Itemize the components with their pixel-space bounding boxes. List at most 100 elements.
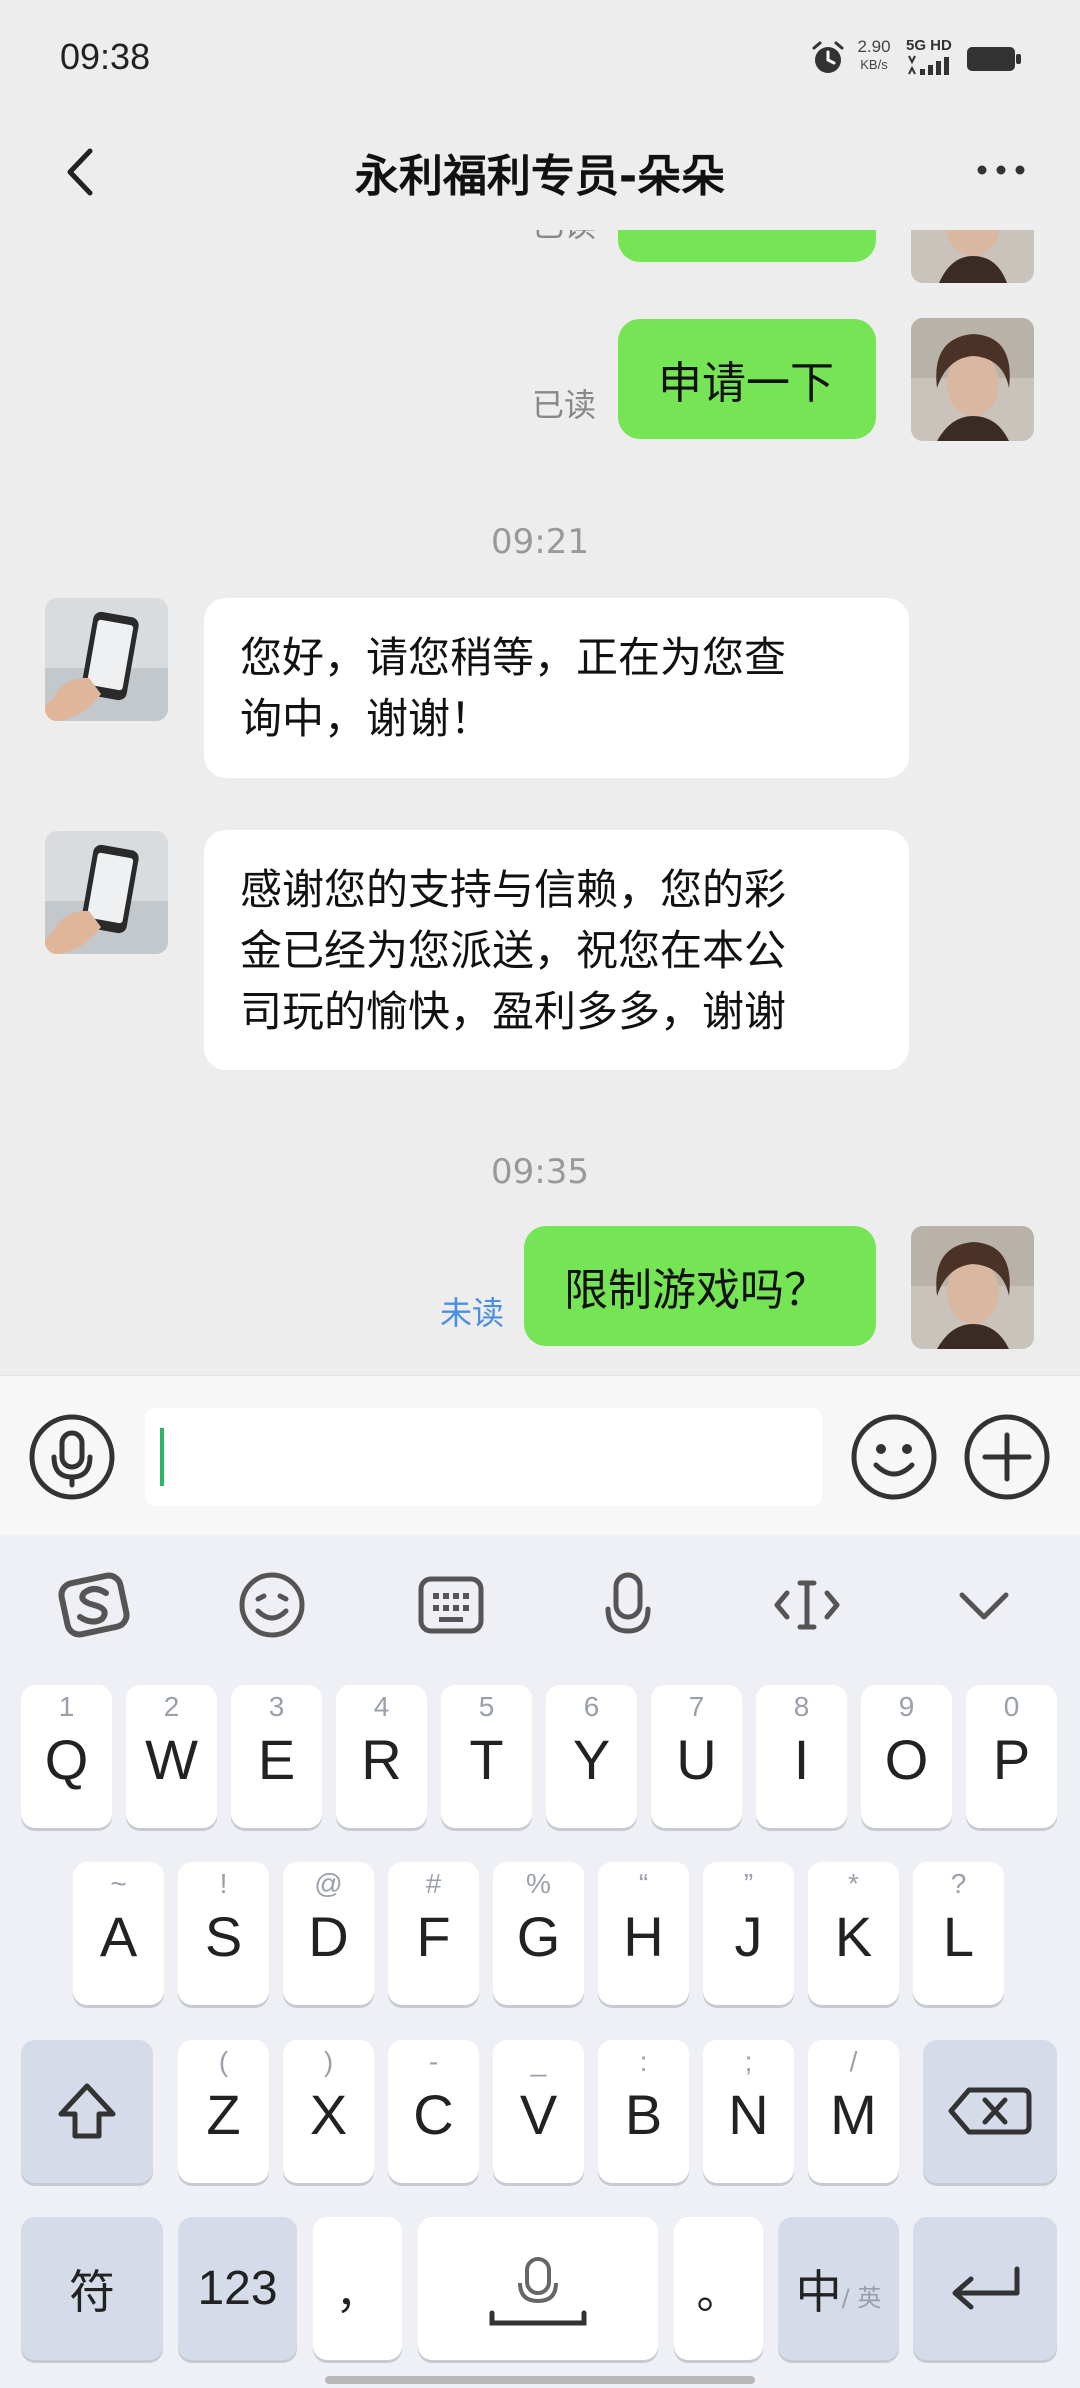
key-hint: 1 (58, 1691, 75, 1722)
key-p[interactable]: 0P (966, 1685, 1057, 1828)
key-label: Y (572, 1728, 611, 1791)
key-r[interactable]: 4R (336, 1685, 427, 1828)
message-bubble-mine[interactable]: 申请一下 (618, 319, 876, 439)
key-label: J (734, 1905, 763, 1968)
key-m[interactable]: / M (808, 2040, 899, 2183)
key-c[interactable]: -C (388, 2040, 479, 2183)
more-functions-button[interactable] (963, 1413, 1051, 1501)
key-label: R (361, 1728, 402, 1791)
enter-key[interactable] (913, 2217, 1057, 2360)
key-hint: ; (744, 2046, 753, 2077)
key-label: F (416, 1905, 451, 1968)
key-b[interactable]: :B (598, 2040, 689, 2183)
key-v[interactable]: _ V (493, 2040, 584, 2183)
shift-icon (58, 2083, 116, 2139)
key-label: I (793, 1728, 810, 1791)
message-line: 询中，谢谢！ (240, 694, 493, 743)
key-label: V (519, 2083, 558, 2146)
key-f[interactable]: # F (388, 1862, 479, 2005)
key-hint: : (639, 2046, 648, 2077)
shift-key[interactable] (21, 2040, 153, 2183)
key-o[interactable]: 9O (861, 1685, 952, 1828)
space-key[interactable] (418, 2217, 658, 2360)
avatar-self[interactable] (911, 230, 1034, 283)
network-speed-value: 2.90 (857, 37, 891, 56)
message-bubble-other[interactable]: 您好，请您稍等，正在为您查 询中，谢谢！ (204, 598, 909, 778)
unread-status: 未读 (440, 1294, 505, 1332)
key-hint: # (425, 1868, 442, 1899)
avatar-self[interactable] (911, 318, 1034, 441)
avatar-self[interactable] (911, 1226, 1034, 1349)
signal-label: 5G HD (906, 37, 952, 54)
comma-key-label: ， (335, 2267, 380, 2319)
key-u[interactable]: 7U (651, 1685, 742, 1828)
key-hint: 6 (583, 1691, 600, 1722)
key-t[interactable]: 5T (441, 1685, 532, 1828)
comma-key[interactable]: ， (313, 2217, 402, 2360)
period-key[interactable]: 。 (674, 2217, 763, 2360)
message-text: 感谢您的支持与信赖，您的彩 金已经为您派送，祝您在本公 司玩的愉快，盈利多多，谢… (240, 859, 786, 1042)
key-q[interactable]: 1Q (21, 1685, 112, 1828)
keyboard-icon[interactable] (411, 1565, 491, 1645)
language-alt-label: / 英 (841, 2284, 882, 2312)
language-switch-key[interactable]: 中 / 英 (778, 2217, 899, 2360)
message-bubble-mine[interactable]: 限制游戏吗？ (524, 1226, 876, 1346)
sogou-logo-icon[interactable] (54, 1565, 134, 1645)
key-g[interactable]: % G (493, 1862, 584, 2005)
key-hint: ” (743, 1868, 754, 1899)
voice-input-button[interactable] (28, 1413, 116, 1501)
key-y[interactable]: 6Y (546, 1685, 637, 1828)
key-hint: ? (950, 1868, 967, 1899)
key-n[interactable]: ; N (703, 2040, 794, 2183)
home-indicator[interactable] (325, 2376, 755, 2384)
signal-icon: 5G HD (906, 38, 958, 78)
key-hint: @ (314, 1868, 343, 1899)
key-hint: ~ (110, 1868, 127, 1899)
key-w[interactable]: 2W (126, 1685, 217, 1828)
text-cursor (160, 1428, 164, 1486)
cursor-move-icon[interactable] (767, 1565, 847, 1645)
key-i[interactable]: 8I (756, 1685, 847, 1828)
collapse-keyboard-icon[interactable] (944, 1565, 1024, 1645)
key-x[interactable]: ) X (283, 2040, 374, 2183)
microphone-icon[interactable] (588, 1565, 668, 1645)
key-e[interactable]: 3E (231, 1685, 322, 1828)
key-hint: 7 (688, 1691, 705, 1722)
key-d[interactable]: @ D (283, 1862, 374, 2005)
key-label: Q (44, 1728, 89, 1791)
battery-icon (967, 47, 1021, 71)
timestamp: 09:35 (491, 1152, 589, 1192)
avatar-agent[interactable] (45, 831, 168, 954)
key-label: A (99, 1905, 138, 1968)
emoji-button[interactable] (850, 1413, 938, 1501)
message-input[interactable] (145, 1408, 822, 1506)
number-key[interactable]: 123 (178, 2217, 297, 2360)
more-options-icon[interactable] (976, 160, 1026, 180)
key-label: S (204, 1905, 243, 1968)
key-k[interactable]: * K (808, 1862, 899, 2005)
key-label: M (830, 2083, 877, 2146)
message-text: 申请一下 (658, 358, 834, 409)
key-a[interactable]: ~ A (73, 1862, 164, 2005)
chat-area[interactable]: 已读 已读 申请一下 09:21 (0, 230, 1080, 1375)
message-bubble-other[interactable]: 感谢您的支持与信赖，您的彩 金已经为您派送，祝您在本公 司玩的愉快，盈利多多，谢… (204, 830, 909, 1070)
key-label: O (884, 1728, 929, 1791)
key-z[interactable]: (Z (178, 2040, 269, 2183)
backspace-key[interactable] (923, 2040, 1057, 2183)
key-l[interactable]: ? L (913, 1862, 1004, 2005)
key-s[interactable]: ! S (178, 1862, 269, 2005)
symbol-key[interactable]: 符 (21, 2217, 163, 2360)
network-speed-unit: KB/s (860, 57, 888, 72)
key-h[interactable]: “H (598, 1862, 689, 2005)
avatar-agent[interactable] (45, 598, 168, 721)
key-label: N (728, 2083, 769, 2146)
language-main-label: 中 (795, 2264, 842, 2319)
key-label: Z (206, 2083, 241, 2146)
key-hint: 9 (898, 1691, 915, 1722)
key-label: C (413, 2083, 454, 2146)
message-bubble-mine[interactable] (618, 230, 876, 262)
key-hint: “ (638, 1868, 649, 1899)
emoji-icon[interactable] (232, 1565, 312, 1645)
key-j[interactable]: ” J (703, 1862, 794, 2005)
key-label: W (145, 1728, 198, 1791)
